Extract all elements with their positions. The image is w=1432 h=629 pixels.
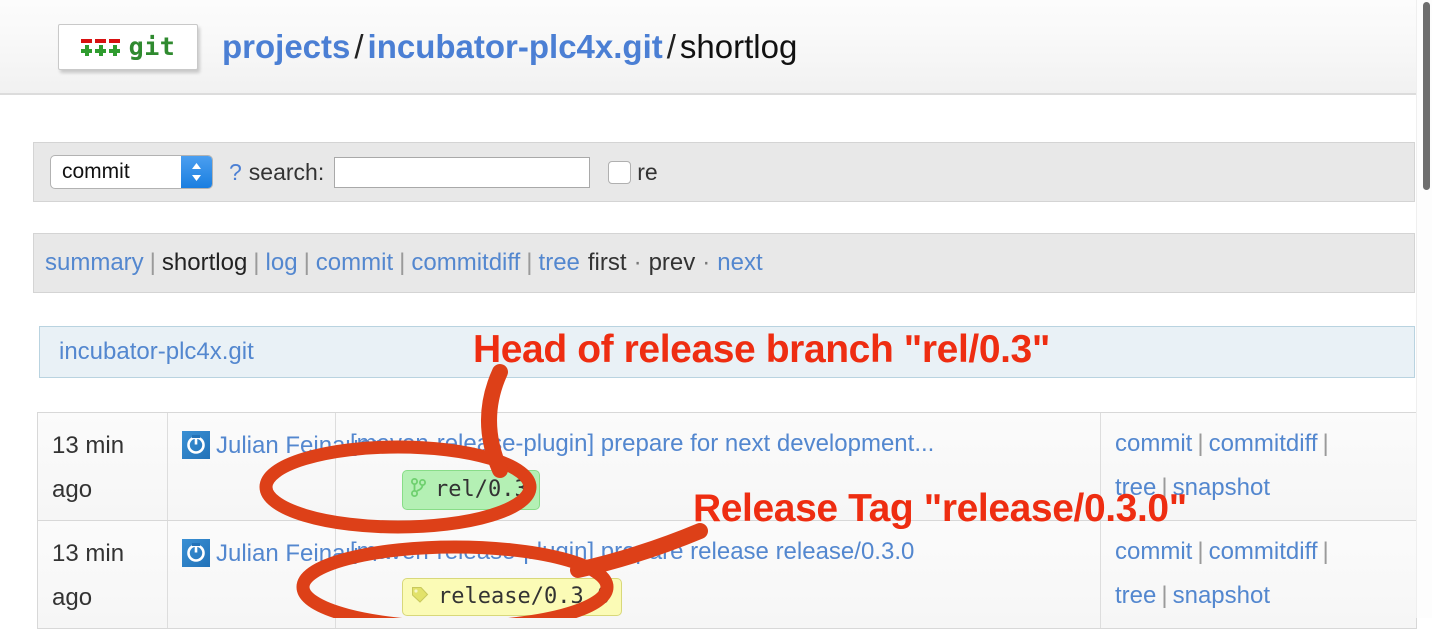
pagination-separator: · [702, 249, 711, 276]
pagination-prev: prev [648, 249, 696, 276]
action-commit[interactable]: commit [1115, 430, 1192, 457]
action-commitdiff[interactable]: commitdiff [1209, 538, 1318, 565]
table-row: 13 min ago Julian Feinauer [maven-releas… [37, 412, 1417, 520]
breadcrumb-separator-1: / [354, 27, 364, 65]
nav-separator: | [526, 249, 533, 276]
action-separator: | [1161, 474, 1168, 501]
commit-message-link[interactable]: [maven-release-plugin] prepare for next … [350, 430, 934, 457]
stepper-arrows-icon[interactable] [181, 156, 212, 188]
pagination-next[interactable]: next [717, 249, 762, 277]
nav-item-summary[interactable]: summary [45, 249, 144, 277]
nav-separator: | [253, 249, 260, 276]
action-separator: | [1161, 582, 1168, 609]
nav-separator: | [303, 249, 310, 276]
commit-age: 13 min ago [38, 413, 168, 520]
ref-badge-head[interactable]: rel/0.3 [402, 470, 540, 510]
search-regexp-label: re [637, 158, 658, 185]
commit-message-cell: [maven-release-plugin] prepare release r… [336, 521, 1101, 628]
action-tree[interactable]: tree [1115, 582, 1156, 609]
breadcrumb-projects-link[interactable]: projects [222, 28, 350, 65]
search-bar: commit ? search: re [33, 142, 1415, 202]
breadcrumb-separator-2: / [666, 27, 676, 65]
git-logo-dashes [80, 38, 120, 43]
action-commit[interactable]: commit [1115, 538, 1192, 565]
tag-icon [411, 586, 429, 608]
commit-actions: commit | commitdiff | tree | snapshot [1101, 521, 1416, 628]
branch-icon [411, 478, 426, 502]
action-snapshot[interactable]: snapshot [1173, 474, 1270, 501]
pagination-first: first [587, 249, 627, 276]
commit-age: 13 min ago [38, 521, 168, 628]
nav-bar: summary | shortlog | log | commit | comm… [33, 233, 1415, 293]
commit-actions: commit | commitdiff | tree | snapshot [1101, 413, 1416, 520]
action-separator: | [1197, 538, 1204, 565]
breadcrumb-repo-link[interactable]: incubator-plc4x.git [368, 28, 663, 65]
git-logo-marks [80, 38, 120, 56]
action-snapshot[interactable]: snapshot [1173, 582, 1270, 609]
page-header: git projects / incubator-plc4x.git / shortlo… [0, 0, 1432, 95]
ref-badge-label: rel/0.3 [435, 477, 528, 502]
nav-item-log[interactable]: log [266, 249, 298, 277]
search-regexp-checkbox[interactable] [608, 160, 632, 184]
commit-author: Julian Feinauer [168, 521, 380, 628]
ref-badge-tag[interactable]: release/0.3.0 [402, 578, 623, 616]
git-logo-label: git [128, 32, 176, 61]
search-scope-select[interactable]: commit [50, 155, 213, 189]
action-tree[interactable]: tree [1115, 474, 1156, 501]
commit-message-link[interactable]: [maven-release-plugin] prepare release r… [350, 538, 914, 565]
repo-title-bar: incubator-plc4x.git [39, 326, 1415, 378]
commit-author: Julian Feinauer [168, 413, 380, 520]
nav-item-tree[interactable]: tree [539, 249, 580, 277]
search-input[interactable] [334, 156, 591, 188]
gravatar-power-icon [182, 539, 210, 567]
commit-message-cell: [maven-release-plugin] prepare for next … [336, 413, 1101, 520]
pagination-separator: · [633, 249, 642, 276]
action-separator: | [1322, 430, 1329, 457]
nav-separator: | [149, 249, 156, 276]
shortlog-table: 13 min ago Julian Feinauer [maven-releas… [37, 412, 1417, 629]
search-label: search: [248, 158, 325, 185]
search-regexp-checkbox-wrap[interactable]: re [608, 158, 658, 186]
search-help-link[interactable]: ? [229, 159, 242, 186]
git-logo[interactable]: git [58, 23, 198, 70]
scrollbar-thumb[interactable] [1423, 2, 1430, 190]
nav-separator: | [399, 249, 406, 276]
action-separator: | [1197, 430, 1204, 457]
search-scope-value: commit [62, 160, 130, 183]
table-row: 13 min ago Julian Feinauer [maven-releas… [37, 520, 1417, 629]
repo-title-link[interactable]: incubator-plc4x.git [59, 338, 254, 366]
ref-badge-label: release/0.3.0 [438, 584, 611, 609]
vertical-scrollbar[interactable] [1416, 0, 1432, 618]
breadcrumb-page: shortlog [679, 27, 798, 65]
nav-item-commit[interactable]: commit [316, 249, 393, 277]
nav-item-shortlog: shortlog [161, 249, 248, 276]
nav-item-commitdiff[interactable]: commitdiff [411, 249, 520, 277]
gravatar-power-icon [182, 431, 210, 459]
action-commitdiff[interactable]: commitdiff [1209, 430, 1318, 457]
git-logo-pluses [80, 44, 120, 56]
action-separator: | [1322, 538, 1329, 565]
breadcrumb: projects / incubator-plc4x.git / shortlog [222, 28, 797, 66]
